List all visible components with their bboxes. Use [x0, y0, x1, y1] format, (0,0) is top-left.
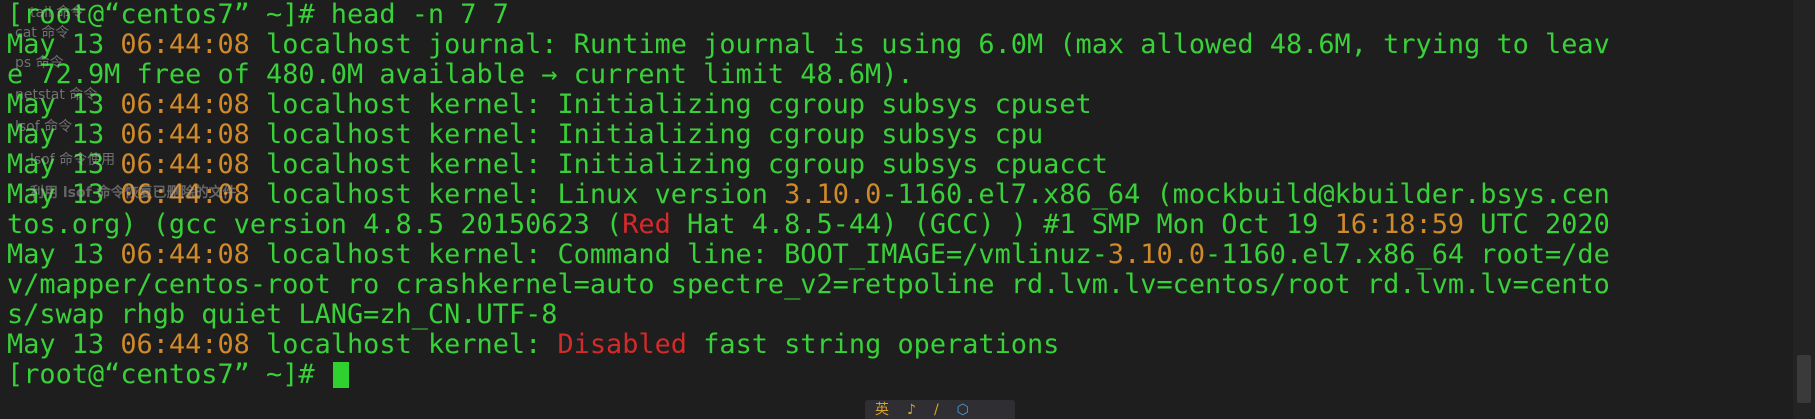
- terminal-text-segment: localhost kernel: Initializing cgroup su…: [249, 149, 1108, 180]
- overlay-item: netstat 命令: [15, 87, 98, 103]
- terminal-line: May 13 06:44:08 localhost kernel: Initia…: [7, 150, 1815, 180]
- terminal-text-segment: -1160.el7.x86_64 (mockbuild@kbuilder.bsy…: [881, 179, 1610, 210]
- overlay-item: ps 命令: [15, 55, 64, 71]
- terminal-window[interactable]: [root@“centos7” ~]# head -n 7 7 May 13 06…: [0, 0, 1815, 419]
- terminal-line: [root@“centos7” ~]#: [7, 360, 1815, 390]
- music-icon[interactable]: ♪: [907, 400, 916, 419]
- terminal-text-segment: fast string operations: [687, 329, 1060, 360]
- ime-toolbar[interactable]: 英 ♪ / ⬡: [865, 400, 1015, 419]
- terminal-text-segment: localhost kernel: Initializing cgroup su…: [249, 119, 1044, 150]
- terminal-text-segment: 06:44:08: [120, 89, 250, 120]
- terminal-line: [root@“centos7” ~]# head -n 7 7: [7, 0, 1815, 30]
- terminal-text-segment: localhost kernel: Initializing cgroup su…: [249, 89, 1092, 120]
- terminal-text-segment: 06:44:08: [120, 29, 250, 60]
- terminal-text-segment: tos.org) (gcc version 4.8.5 20150623 (: [7, 209, 623, 240]
- terminal-text-segment: 06:44:08: [120, 119, 250, 150]
- terminal-text-segment: 3.10.0: [1107, 239, 1206, 270]
- terminal-text-segment: s/swap rhgb quiet LANG=zh_CN.UTF-8: [7, 299, 558, 330]
- scrollbar-thumb[interactable]: [1797, 355, 1811, 403]
- terminal-line: May 13 06:44:08 localhost journal: Runti…: [7, 30, 1815, 60]
- terminal-line: May 13 06:44:08 localhost kernel: Initia…: [7, 120, 1815, 150]
- overlay-item: lsof 命令使用: [30, 152, 116, 168]
- terminal-text-segment: [root@“centos7” ~]#: [7, 359, 331, 390]
- settings-icon[interactable]: ⬡: [957, 400, 969, 419]
- terminal-output: [root@“centos7” ~]# head -n 7 7 May 13 06…: [7, 0, 1815, 390]
- terminal-text-segment: e 72.9M free of 480.0M available → curre…: [7, 59, 914, 90]
- terminal-text-segment: localhost kernel: Linux version: [249, 179, 785, 210]
- terminal-line: s/swap rhgb quiet LANG=zh_CN.UTF-8: [7, 300, 1815, 330]
- terminal-text-segment: -1160.el7.x86_64 root=/de: [1205, 239, 1610, 270]
- terminal-line: e 72.9M free of 480.0M available → curre…: [7, 60, 1815, 90]
- terminal-text-segment: 06:44:08: [120, 329, 250, 360]
- terminal-text-segment: 06:44:08: [120, 239, 250, 270]
- terminal-text-segment: May 13: [7, 239, 121, 270]
- terminal-text-segment: 16:18:59: [1334, 209, 1465, 240]
- overlay-item: 利用 lsof 命令恢复已删除的文件: [30, 185, 237, 201]
- terminal-line: May 13 06:44:08 localhost kernel: Disabl…: [7, 330, 1815, 360]
- vertical-scrollbar[interactable]: [1793, 0, 1815, 419]
- terminal-text-segment: localhost journal: Runtime journal is us…: [249, 29, 1610, 60]
- terminal-text-segment: localhost kernel: Command line: BOOT_IMA…: [249, 239, 1108, 270]
- terminal-text-segment: Red: [622, 209, 671, 240]
- terminal-line: May 13 06:44:08 localhost kernel: Comman…: [7, 240, 1815, 270]
- language-icon[interactable]: 英: [875, 400, 889, 419]
- terminal-text-segment: 3.10.0: [784, 179, 882, 210]
- terminal-text-segment: v/mapper/centos-root ro crashkernel=auto…: [7, 269, 1610, 300]
- terminal-text-segment: Hat 4.8.5-44) (GCC) ) #1 SMP Mon Oct 19: [670, 209, 1335, 240]
- terminal-text-segment: 06:44:08: [120, 149, 250, 180]
- terminal-line: May 13 06:44:08 localhost kernel: Initia…: [7, 90, 1815, 120]
- pen-icon[interactable]: /: [934, 400, 939, 419]
- overlay-item: cat 命令: [15, 25, 70, 41]
- terminal-text-segment: localhost kernel:: [249, 329, 558, 360]
- terminal-cursor: [332, 362, 349, 388]
- terminal-text-segment: Disabled: [557, 329, 687, 360]
- terminal-line: v/mapper/centos-root ro crashkernel=auto…: [7, 270, 1815, 300]
- terminal-text-segment: May 13: [7, 329, 121, 360]
- overlay-item: lsof 命令: [15, 119, 73, 135]
- terminal-text-segment: UTC 2020: [1464, 209, 1610, 240]
- terminal-line: tos.org) (gcc version 4.8.5 20150623 (Re…: [7, 210, 1815, 240]
- terminal-line: May 13 06:44:08 localhost kernel: Linux …: [7, 180, 1815, 210]
